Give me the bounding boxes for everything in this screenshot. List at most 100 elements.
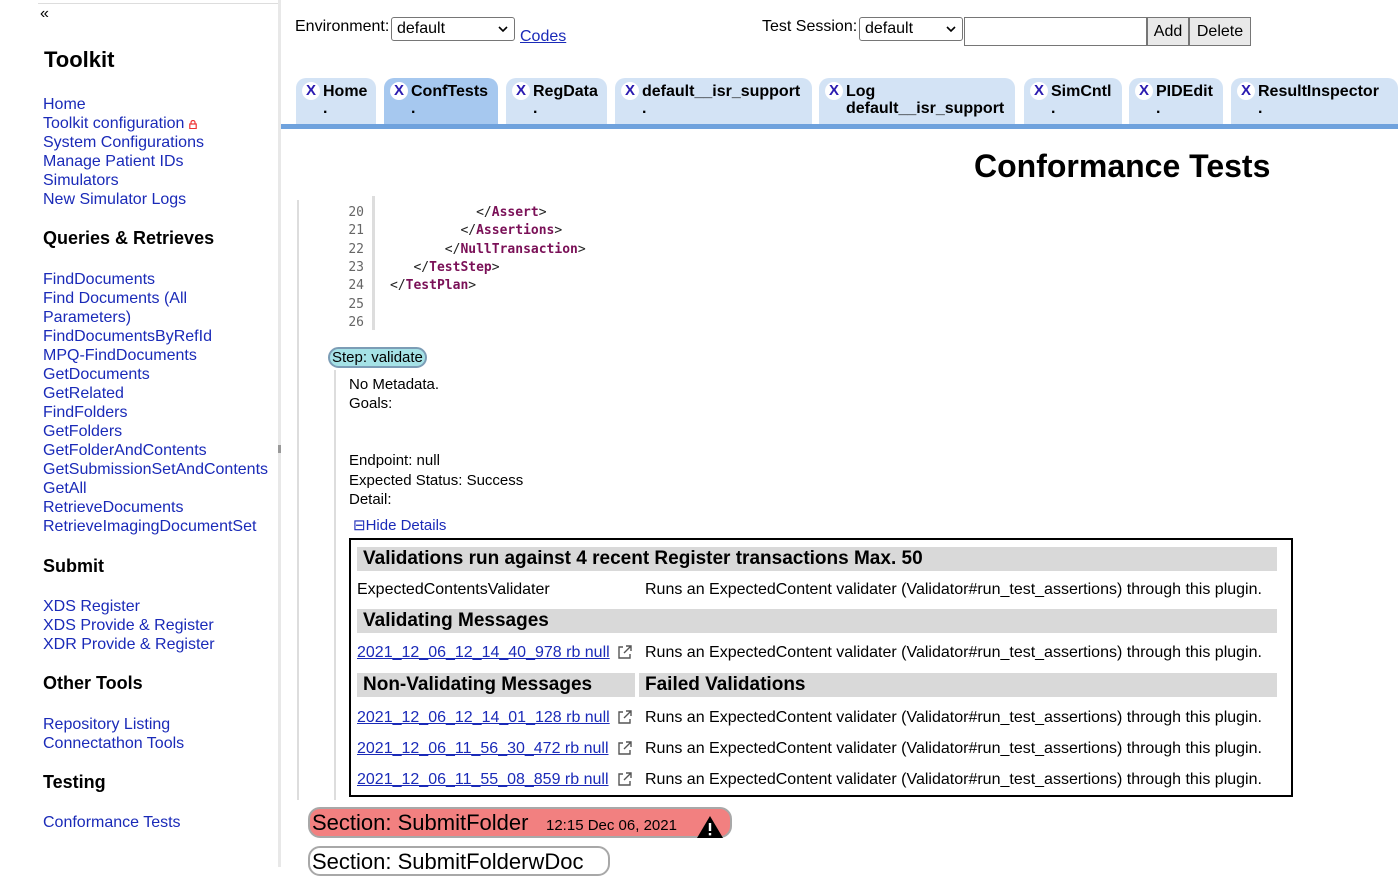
code-line: </Assert> [390,205,546,220]
sidebar-link-retrieveimagingdocumentset[interactable]: RetrieveImagingDocumentSet [43,517,278,536]
xml-tag-name: TestPlan [405,278,469,294]
test-session-input[interactable] [964,17,1147,46]
sidebar-link-finddocuments[interactable]: FindDocuments [43,270,278,289]
sidebar-link-connectathon-tools[interactable]: Connectathon Tools [43,734,278,753]
xml-tag-name: NullTransaction [460,241,578,257]
content-rule [297,200,299,800]
collapse-sidebar-button[interactable]: « [40,5,49,23]
section-name: Section: SubmitFolder [312,810,529,835]
validating-messages-heading: Validating Messages [357,609,1277,633]
sidebar-link-home[interactable]: Home [43,95,278,114]
code-viewer: 20 21 22 23 24 25 26 </Assert> </Assertions> <… [340,196,740,330]
tab-simcntl[interactable]: X SimCntl. [1024,78,1122,124]
hide-details-toggle[interactable]: ⊟Hide Details [353,516,446,534]
chevron-down-icon [946,26,956,33]
close-tab-icon[interactable]: X [302,82,320,100]
close-tab-icon[interactable]: X [390,82,408,100]
message-link[interactable]: 2021_12_06_11_55_08_859 rb null [357,770,609,789]
code-line: </TestStep> [390,260,499,275]
open-external-icon[interactable] [617,740,633,756]
section-submit-folder[interactable]: Section: SubmitFolder 12:15 Dec 06, 2021 [308,807,732,838]
sidebar-link-label: New Simulator Logs [43,191,187,208]
test-session-select[interactable]: default [859,17,963,41]
close-tab-icon[interactable]: X [825,82,843,100]
code-line: </Assertions> [390,223,562,238]
validations-heading: Validations run against 4 recent Registe… [357,547,1277,571]
section-time: 12:15 Dec 06, 2021 [546,817,677,834]
tab-sublabel: . [1258,100,1263,117]
splitter-grip-icon[interactable] [278,445,281,453]
sidebar-link-finddocumentsbyrefid[interactable]: FindDocumentsByRefId [43,327,278,346]
message-link[interactable]: 2021_12_06_12_14_40_978 rb null [357,643,610,662]
message-link[interactable]: 2021_12_06_12_14_01_128 rb null [357,708,610,727]
sidebar-link-getfolderandcontents[interactable]: GetFolderAndContents [43,441,278,460]
close-tab-icon[interactable]: X [1135,82,1153,100]
tab-home[interactable]: X Home. [296,78,376,124]
sidebar-splitter[interactable] [278,0,281,867]
sidebar-link-list: XDS Register XDS Provide & Register XDR Pr… [43,597,278,654]
open-external-icon[interactable] [617,644,633,660]
tab-sublabel: . [323,100,328,117]
sidebar-link-conformance-tests[interactable]: Conformance Tests [43,813,278,832]
sidebar-heading-queries-retrieves: Queries & Retrieves [43,228,215,248]
sidebar-link-simulators[interactable]: Simulators [43,171,278,190]
sidebar-link-xds-register[interactable]: XDS Register [43,597,278,616]
tab-log[interactable]: X Log default__isr_support [819,78,1015,124]
sidebar-link-toolkit-configuration[interactable]: Toolkit configuration [43,114,278,133]
environment-select[interactable]: default [391,17,515,41]
message-link[interactable]: 2021_12_06_11_56_30_472 rb null [357,739,609,758]
delete-session-button[interactable]: Delete [1189,17,1251,46]
close-tab-icon[interactable]: X [621,82,639,100]
sidebar-link-xdr-provide-register[interactable]: XDR Provide & Register [43,635,278,654]
sidebar-link-xds-provide-register[interactable]: XDS Provide & Register [43,616,278,635]
close-tab-icon[interactable]: X [1030,82,1048,100]
step-badge[interactable]: Step: validate [328,347,427,368]
sidebar-link-label: GetRelated [43,385,124,402]
sidebar-link-label: FindDocuments [43,271,156,288]
sidebar-link-label: System Configurations [43,134,204,151]
tab-conftests[interactable]: X ConfTests. [384,78,498,124]
tab-resultinspector[interactable]: X ResultInspector. [1231,78,1398,124]
close-tab-icon[interactable]: X [1237,82,1255,100]
tab-label: ResultInspector [1258,83,1379,100]
tab-sublabel: . [642,100,647,117]
sidebar-link-retrievedocuments[interactable]: RetrieveDocuments [43,498,278,517]
sidebar-link-getfolders[interactable]: GetFolders [43,422,278,441]
open-external-icon[interactable] [617,709,633,725]
sidebar-link-mpq-finddocuments[interactable]: MPQ-FindDocuments [43,346,278,365]
sidebar-link-new-simulator-logs[interactable]: New Simulator Logs [43,190,278,209]
sidebar-link-find-documents-all-parameters[interactable]: Find Documents (All Parameters) [43,289,278,327]
sidebar-link-findfolders[interactable]: FindFolders [43,403,278,422]
tab-regdata[interactable]: X RegData. [506,78,607,124]
add-session-button[interactable]: Add [1147,17,1189,46]
validator-description: Runs an ExpectedContent validater (Valid… [645,581,1262,598]
sidebar-link-label: FindDocumentsByRefId [43,328,212,345]
sidebar-link-label: GetDocuments [43,366,150,383]
section-submit-folder-w-doc[interactable]: Section: SubmitFolderwDoc [308,846,610,876]
sidebar-link-manage-patient-ids[interactable]: Manage Patient IDs [43,152,278,171]
sidebar-link-getdocuments[interactable]: GetDocuments [43,365,278,384]
sidebar-link-repository-listing[interactable]: Repository Listing [43,715,278,734]
sidebar-link-getsubmissionsetandcontents[interactable]: GetSubmissionSetAndContents [43,460,278,479]
sidebar-link-list: Home Toolkit configuration System Configur… [43,95,278,209]
sidebar-link-getall[interactable]: GetAll [43,479,278,498]
close-tab-icon[interactable]: X [512,82,530,100]
open-external-icon[interactable] [617,771,633,787]
line-number: 20 [348,205,364,220]
test-session-label: Test Session: [762,18,858,35]
tab-label: RegData [533,83,598,100]
line-number: 23 [348,259,364,275]
tab-pidedit[interactable]: X PIDEdit. [1129,78,1223,124]
environment-label: Environment: [295,18,390,35]
sidebar-link-system-configurations[interactable]: System Configurations [43,133,278,152]
chevron-down-icon [498,26,508,33]
tab-default-isr-support[interactable]: Xdefault__isr_support. [615,78,812,124]
sidebar-heading-other-tools: Other Tools [43,673,143,693]
codes-link[interactable]: Codes [520,28,566,46]
goals-label: Goals: [349,395,393,412]
tab-label: SimCntl [1051,83,1112,100]
sidebar-link-list: FindDocuments Find Documents (All Paramet… [43,270,278,536]
message-description: Runs an ExpectedContent validater (Valid… [645,709,1262,726]
sidebar-link-getrelated[interactable]: GetRelated [43,384,278,403]
